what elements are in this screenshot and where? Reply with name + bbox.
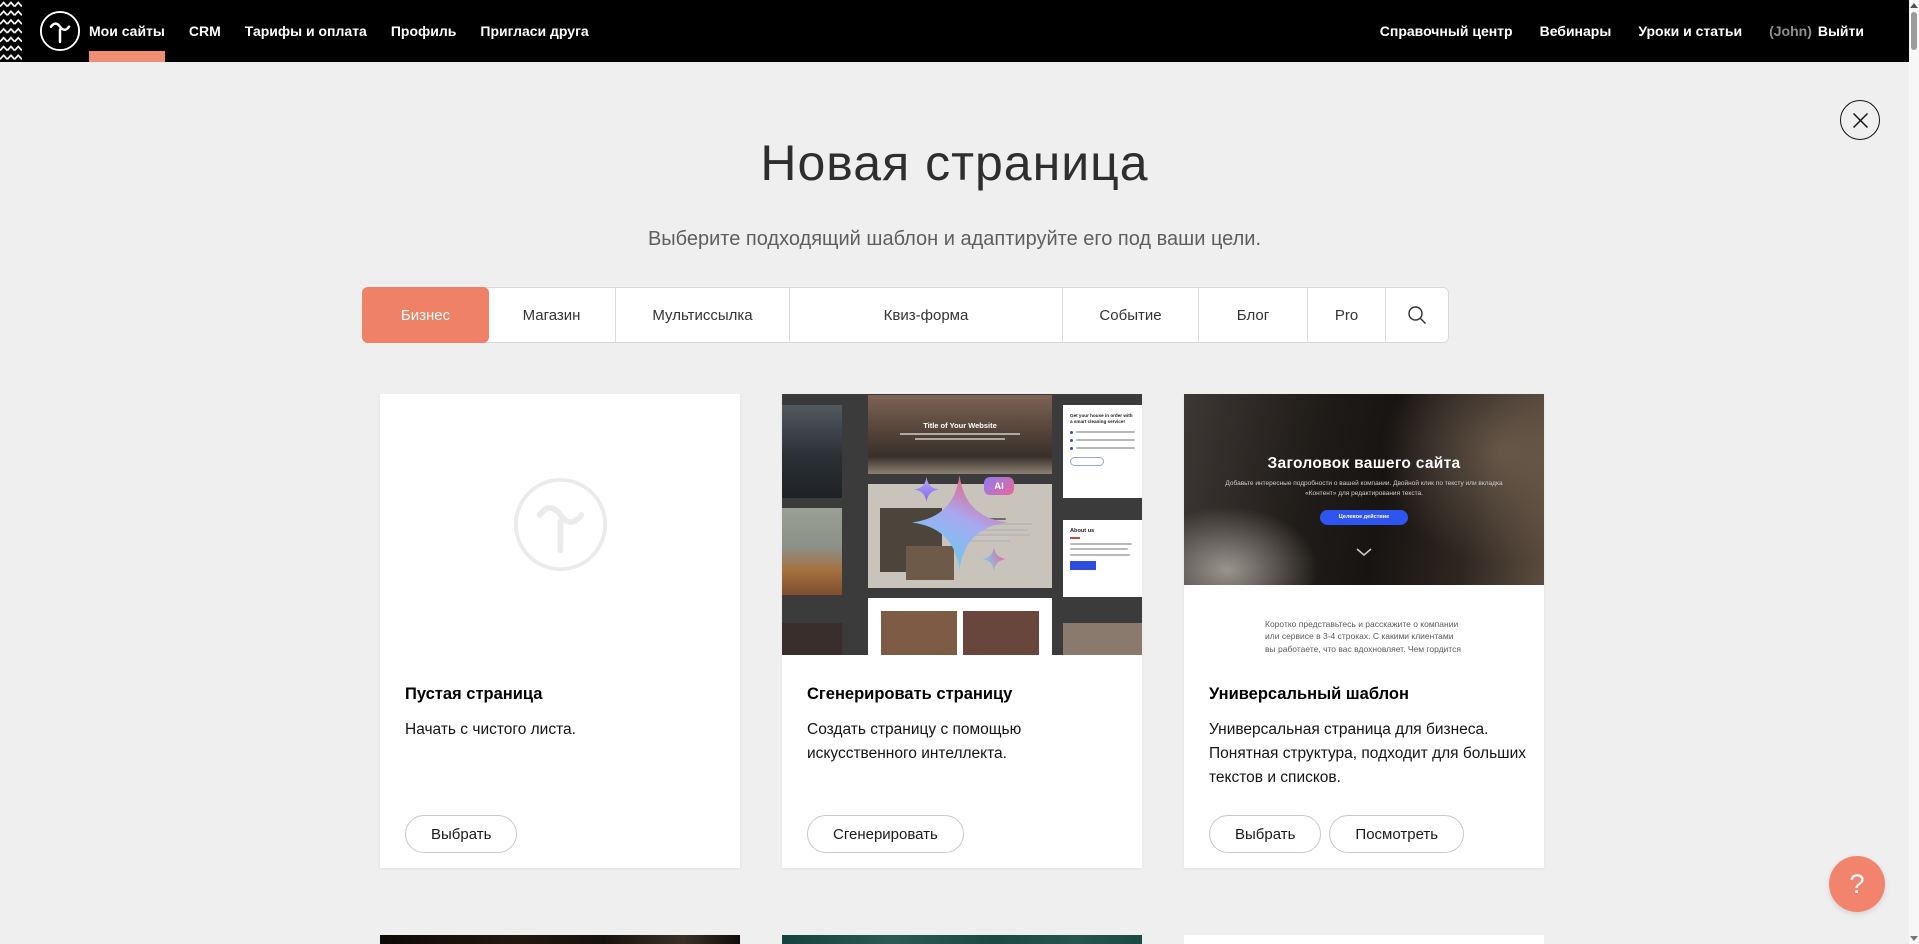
- universal-cta-button: Целевое действие: [1320, 510, 1408, 525]
- secondary-nav: Справочный центр Вебинары Уроки и статьи…: [1380, 0, 1864, 62]
- mosaic-about-heading: About us: [1070, 528, 1135, 534]
- template-card-universal: Заголовок вашего сайта Добавьте интересн…: [1184, 394, 1544, 868]
- select-blank-button[interactable]: Выбрать: [405, 815, 517, 853]
- scrollbar-thumb[interactable]: [1911, 12, 1917, 50]
- card-description: Универсальная страница для бизнеса. Поня…: [1209, 718, 1529, 790]
- template-category-tabs: Бизнес Магазин Мультиссылка Квиз-форма С…: [363, 288, 1448, 342]
- nav-tariffs[interactable]: Тарифы и оплата: [245, 0, 367, 62]
- select-universal-button[interactable]: Выбрать: [1209, 815, 1321, 853]
- chevron-down-icon: [1184, 543, 1544, 561]
- mosaic-photo-people: [782, 623, 842, 655]
- nav-help-center-label: Справочный центр: [1380, 23, 1513, 39]
- help-button[interactable]: ?: [1829, 856, 1885, 912]
- close-icon: [1852, 112, 1869, 129]
- card-description: Начать с чистого листа.: [405, 718, 715, 742]
- tab-quiz-form[interactable]: Квиз-форма: [790, 288, 1063, 342]
- mosaic-about-tile: About us: [1063, 520, 1142, 597]
- nav-profile[interactable]: Профиль: [391, 0, 457, 62]
- card-title: Универсальный шаблон: [1209, 685, 1519, 704]
- ai-badge: AI: [984, 477, 1014, 495]
- tab-multilink[interactable]: Мультиссылка: [616, 288, 790, 342]
- close-button[interactable]: [1840, 100, 1880, 140]
- tab-business[interactable]: Бизнес: [363, 288, 488, 342]
- mosaic-bottom-photo-right: [963, 611, 1039, 655]
- next-row-card-preview-dark[interactable]: [380, 935, 740, 944]
- tab-blog[interactable]: Блог: [1199, 288, 1308, 342]
- mosaic-outline-button: [1070, 457, 1104, 466]
- mosaic-hero-subline: [900, 433, 1020, 435]
- mosaic-bottom-tile: [868, 598, 1052, 655]
- tab-pro[interactable]: Pro: [1308, 288, 1386, 342]
- tab-search[interactable]: [1386, 288, 1448, 342]
- nav-invite-friend-label: Пригласи друга: [480, 23, 588, 39]
- page-title: Новая страница: [0, 134, 1909, 192]
- scrollbar-up-arrow[interactable]: [1910, 3, 1918, 8]
- tab-event[interactable]: Событие: [1063, 288, 1199, 342]
- nav-crm[interactable]: CRM: [189, 0, 221, 62]
- mosaic-hero-subline: [915, 438, 1005, 440]
- card-title: Сгенерировать страницу: [807, 685, 1117, 704]
- universal-hero-title: Заголовок вашего сайта: [1184, 455, 1544, 473]
- nav-my-sites[interactable]: Мои сайты: [89, 0, 165, 62]
- nav-crm-label: CRM: [189, 23, 221, 39]
- user-name: (John): [1769, 23, 1812, 39]
- tilda-watermark-icon: [513, 477, 608, 572]
- generate-button[interactable]: Сгенерировать: [807, 815, 964, 853]
- card-description: Создать страницу с помощью искусственног…: [807, 718, 1107, 766]
- mosaic-hero-tile: Title of Your Website: [868, 395, 1052, 474]
- scrollbar-down-arrow[interactable]: [1910, 936, 1918, 941]
- mosaic-photo-table: [1063, 623, 1142, 655]
- tilda-logo-icon[interactable]: [39, 10, 81, 52]
- page-subtitle: Выберите подходящий шаблон и адаптируйте…: [0, 228, 1909, 251]
- mosaic-photo-desk: [782, 405, 842, 498]
- search-icon: [1407, 305, 1427, 325]
- logout-link[interactable]: Выйти: [1818, 23, 1864, 39]
- mosaic-hero-title: Title of Your Website: [868, 421, 1052, 430]
- card-title: Пустая страница: [405, 685, 715, 704]
- ai-card-preview[interactable]: Title of Your Website Get your house in …: [782, 394, 1142, 655]
- universal-body-text: Коротко представьтесь и расскажите о ком…: [1265, 618, 1463, 655]
- next-row-card-preview-teal[interactable]: [782, 935, 1142, 944]
- universal-hero: Заголовок вашего сайта Добавьте интересн…: [1184, 394, 1544, 585]
- zigzag-pattern-decoration: [0, 0, 22, 62]
- nav-invite-friend[interactable]: Пригласи друга: [480, 0, 588, 62]
- ai-sparkle-small-bottom-icon: [982, 545, 1006, 573]
- blank-card-preview[interactable]: [380, 394, 740, 655]
- template-card-ai-generate: Title of Your Website Get your house in …: [782, 394, 1142, 868]
- mosaic-blue-button: [1070, 561, 1096, 570]
- active-nav-underline: [89, 51, 165, 62]
- mosaic-right-heading: Get your house in order with a smart cle…: [1070, 413, 1135, 426]
- nav-profile-label: Профиль: [391, 23, 457, 39]
- tab-shop[interactable]: Магазин: [488, 288, 616, 342]
- nav-lessons-label: Уроки и статьи: [1638, 23, 1742, 39]
- nav-help-center[interactable]: Справочный центр: [1380, 0, 1513, 62]
- nav-lessons[interactable]: Уроки и статьи: [1638, 0, 1742, 62]
- nav-webinars[interactable]: Вебинары: [1540, 0, 1612, 62]
- vertical-scrollbar[interactable]: [1909, 0, 1919, 944]
- nav-my-sites-label: Мои сайты: [89, 23, 165, 39]
- template-card-blank: Пустая страница Начать с чистого листа. …: [380, 394, 740, 868]
- universal-hero-subtitle: Добавьте интересные подробности о вашей …: [1214, 479, 1514, 499]
- topbar: Мои сайты CRM Тарифы и оплата Профиль Пр…: [0, 0, 1909, 62]
- ai-sparkle-small-top-icon: [914, 476, 939, 503]
- main-nav: Мои сайты CRM Тарифы и оплата Профиль Пр…: [89, 0, 589, 62]
- nav-account: (John) Выйти: [1769, 0, 1864, 62]
- next-row-card-preview-white[interactable]: [1184, 935, 1544, 944]
- mosaic-bottom-photo-left: [881, 611, 957, 655]
- mosaic-right-text-tile: Get your house in order with a smart cle…: [1063, 405, 1142, 498]
- universal-card-preview[interactable]: Заголовок вашего сайта Добавьте интересн…: [1184, 394, 1544, 655]
- preview-universal-button[interactable]: Посмотреть: [1329, 815, 1464, 853]
- mosaic-photo-livingroom: [782, 508, 842, 595]
- nav-tariffs-label: Тарифы и оплата: [245, 23, 367, 39]
- nav-webinars-label: Вебинары: [1540, 23, 1612, 39]
